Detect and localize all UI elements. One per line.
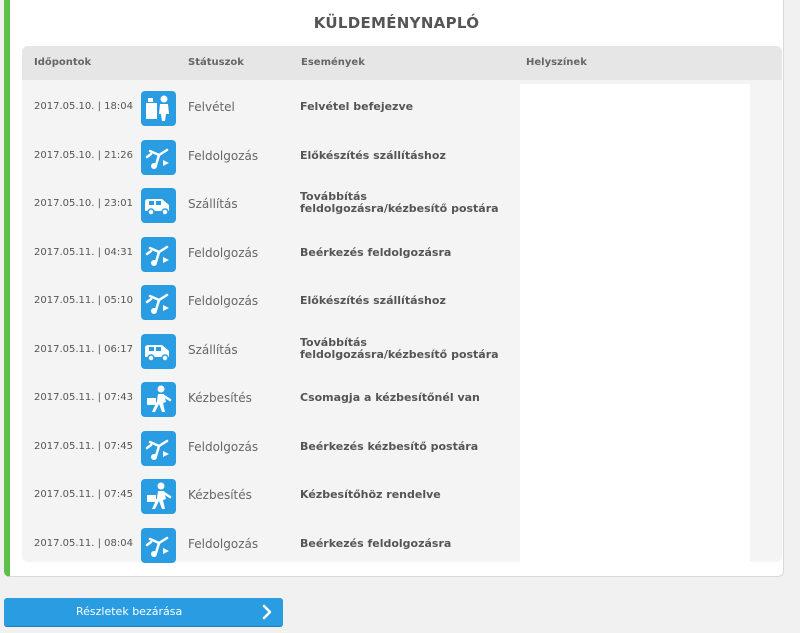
table-row: 2017.05.11. | 06:17 Szállítás Továbbítás f… (22, 327, 520, 375)
row-status: Feldolgozás (188, 294, 259, 308)
shipment-log-panel: KÜLDEMÉNYNAPLÓ Időpontok Státuszok Esemé… (4, 0, 784, 577)
table-row: 2017.05.11. | 07:45 Kézbesítés Kézbesítőhö… (22, 472, 520, 520)
row-status: Felvétel (188, 100, 235, 114)
row-event: Továbbítás feldolgozásra/kézbesítő postá… (300, 335, 499, 361)
row-time: 2017.05.11. | 08:04 (34, 537, 133, 549)
table-row: 2017.05.10. | 21:26 Feldolgozás Előkészíté… (22, 133, 520, 181)
location-column (520, 84, 750, 562)
row-time: 2017.05.10. | 21:26 (34, 149, 133, 161)
row-time: 2017.05.10. | 18:04 (34, 101, 133, 112)
chevron-right-icon (261, 604, 273, 620)
row-status: Feldolgozás (188, 245, 259, 260)
row-event: Beérkezés feldolgozásra (300, 536, 452, 550)
row-time: 2017.05.11. | 07:45 (34, 489, 133, 500)
processing-icon (141, 285, 176, 320)
row-event: Kézbesítőhöz rendelve (300, 488, 441, 501)
row-status: Feldolgozás (188, 439, 259, 454)
column-header-status: Státuszok (188, 57, 244, 68)
row-status: Feldolgozás (188, 536, 259, 551)
courier-icon (141, 479, 176, 514)
row-time: 2017.05.11. | 06:17 (34, 343, 133, 355)
row-status: Kézbesítés (188, 391, 252, 405)
row-event: Továbbítás feldolgozásra/kézbesítő postá… (300, 190, 499, 215)
row-event: Előkészítés szállításhoz (300, 148, 446, 162)
row-time: 2017.05.11. | 07:45 (34, 440, 133, 452)
table-row: 2017.05.10. | 23:01 Szállítás Továbbítás f… (22, 181, 520, 229)
processing-icon (141, 139, 176, 175)
column-header-events: Események (301, 57, 365, 68)
van-icon (141, 188, 176, 223)
row-status: Kézbesítés (188, 488, 252, 502)
pickup-icon (141, 91, 176, 126)
column-header-time: Időpontok (34, 57, 92, 68)
table-row: 2017.05.11. | 05:10 Feldolgozás Előkészíté… (22, 278, 520, 326)
van-icon (141, 333, 176, 369)
row-status: Szállítás (188, 342, 238, 357)
row-time: 2017.05.11. | 04:31 (34, 246, 133, 258)
row-event: Beérkezés feldolgozásra (300, 245, 452, 259)
table-row: 2017.05.11. | 04:31 Feldolgozás Beérkezés … (22, 230, 520, 278)
row-time: 2017.05.10. | 23:01 (34, 198, 133, 209)
column-header-location: Helyszínek (526, 57, 587, 68)
close-details-button[interactable]: Részletek bezárása (4, 598, 283, 626)
tracking-table: Időpontok Státuszok Események Helyszínek… (22, 46, 782, 563)
row-time: 2017.05.11. | 07:43 (34, 392, 133, 403)
row-status: Feldolgozás (188, 148, 259, 163)
row-event: Csomagja a kézbesítőnél van (300, 391, 480, 404)
table-row: 2017.05.11. | 07:43 Kézbesítés Csomagja a … (22, 375, 520, 423)
table-row: 2017.05.10. | 18:04 Felvétel Felvétel befe… (22, 84, 520, 132)
row-event: Beérkezés kézbesítő postára (300, 439, 479, 453)
processing-icon (141, 236, 176, 272)
courier-icon (141, 382, 176, 417)
processing-icon (141, 430, 176, 466)
row-event: Felvétel befejezve (300, 100, 414, 113)
processing-icon (141, 527, 176, 563)
row-time: 2017.05.11. | 05:10 (34, 295, 133, 306)
table-header: Időpontok Státuszok Események Helyszínek (22, 46, 782, 80)
close-details-label: Részletek bezárása (76, 605, 183, 618)
row-event: Előkészítés szállításhoz (300, 294, 446, 307)
page-title: KÜLDEMÉNYNAPLÓ (313, 14, 480, 32)
table-row: 2017.05.11. | 08:04 Feldolgozás Beérkezés … (22, 521, 520, 569)
row-status: Szállítás (188, 197, 238, 211)
table-row: 2017.05.11. | 07:45 Feldolgozás Beérkezés … (22, 424, 520, 472)
